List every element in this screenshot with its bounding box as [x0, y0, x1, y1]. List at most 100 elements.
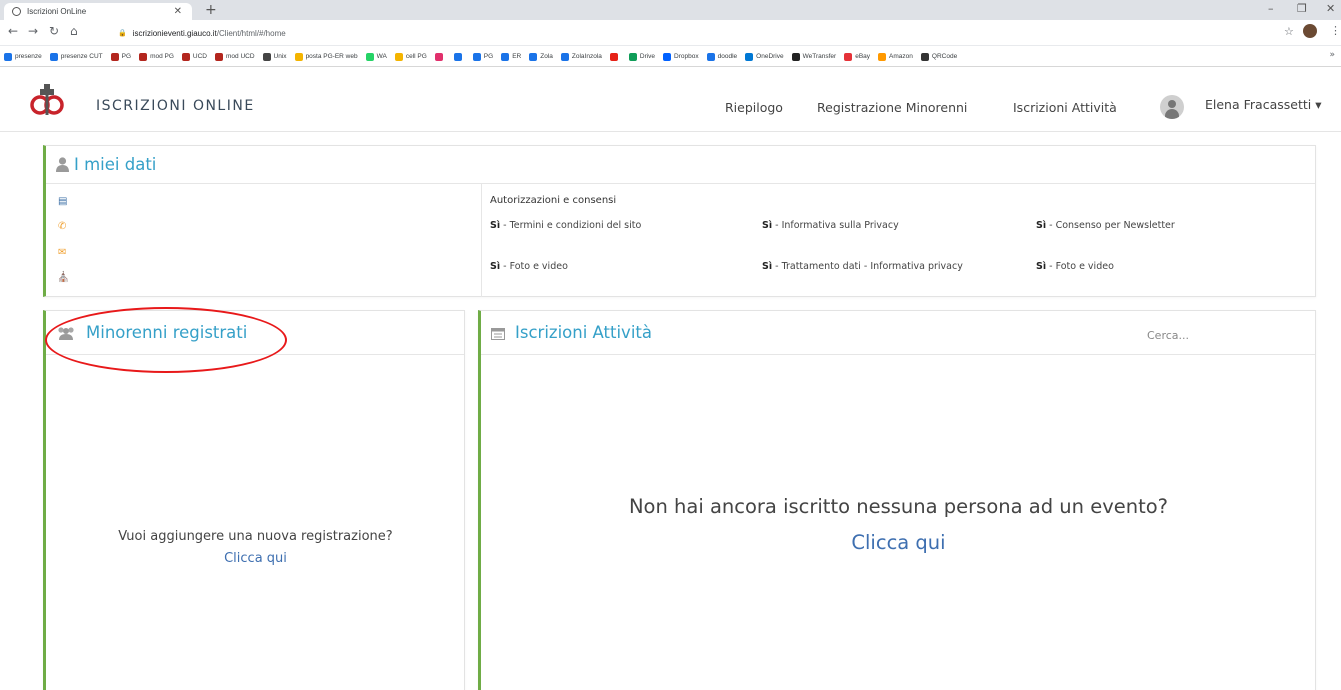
maximize-button[interactable]: ❐ — [1297, 2, 1307, 15]
browser-tabstrip: Iscrizioni OnLine ✕ + – ❐ ✕ — [0, 0, 1341, 20]
panel-header: Minorenni registrati — [46, 311, 464, 355]
browser-tab[interactable]: Iscrizioni OnLine ✕ — [4, 3, 192, 20]
new-tab-button[interactable]: + — [205, 2, 217, 18]
consent-item: Sì - Consenso per Newsletter — [1036, 220, 1175, 231]
bookmark-item[interactable]: PG — [110, 52, 132, 61]
bookmark-label: WA — [376, 53, 387, 60]
bookmark-icon — [262, 52, 271, 61]
bookmark-item[interactable] — [453, 52, 465, 61]
user-avatar[interactable] — [1160, 95, 1184, 119]
panel-title: Minorenni registrati — [86, 323, 248, 342]
bookmark-icon — [745, 52, 754, 61]
bookmark-label: mod PG — [150, 53, 174, 60]
bookmark-item[interactable]: Drive — [628, 52, 655, 61]
home-button[interactable]: ⌂ — [70, 24, 78, 38]
bookmark-label: ZolaInzola — [571, 53, 602, 60]
bookmark-item[interactable]: WeTransfer — [791, 52, 836, 61]
bookmark-item[interactable] — [434, 52, 446, 61]
empty-message: Non hai ancora iscritto nessuna persona … — [628, 495, 1169, 518]
profile-avatar[interactable] — [1303, 24, 1317, 38]
close-tab-icon[interactable]: ✕ — [174, 6, 182, 17]
bookmark-item[interactable]: presenze CUT — [49, 52, 103, 61]
bookmark-item[interactable] — [609, 52, 621, 61]
consent-item: Sì - Informativa sulla Privacy — [762, 220, 899, 231]
more-bookmarks-icon[interactable]: » — [1329, 50, 1335, 60]
bookmark-item[interactable]: cell PG — [394, 52, 427, 61]
app-header: ISCRIZIONI ONLINE Riepilogo Registrazion… — [0, 68, 1341, 132]
bookmark-icon — [920, 52, 929, 61]
address-bar[interactable]: 🔒 iscrizionieventi.giauco.it /Client/htm… — [118, 24, 1268, 42]
bookmark-label: posta PG-ER web — [305, 53, 358, 60]
add-enrollment-link[interactable]: Clicca qui — [481, 531, 1316, 554]
bookmark-label: PG — [121, 53, 132, 60]
bookmark-item[interactable]: UCD — [181, 52, 207, 61]
logo[interactable] — [30, 84, 64, 116]
parish-icon: ⛪ — [57, 272, 70, 283]
reload-button[interactable]: ↻ — [49, 24, 59, 38]
back-button[interactable]: ← — [8, 24, 18, 38]
activities-panel: Iscrizioni Attività Non hai ancora iscri… — [478, 310, 1316, 690]
consent-item: Sì - Termini e condizioni del sito — [490, 220, 642, 231]
nav-registrazione-minorenni[interactable]: Registrazione Minorenni — [817, 100, 967, 115]
bookmark-label: presenze CUT — [60, 53, 103, 60]
nav-iscrizioni-attivita[interactable]: Iscrizioni Attività — [1013, 100, 1117, 115]
add-registration-link[interactable]: Clicca qui — [46, 551, 465, 566]
bookmark-icon — [628, 52, 637, 61]
globe-icon — [12, 7, 21, 16]
url-host: iscrizionieventi.giauco.it — [132, 28, 217, 38]
bookmark-star-icon[interactable]: ☆ — [1284, 25, 1294, 38]
lock-icon: 🔒 — [118, 30, 127, 37]
forward-button[interactable]: → — [28, 24, 38, 38]
bookmark-label: cell PG — [405, 53, 427, 60]
bookmark-item[interactable]: mod UCD — [215, 52, 255, 61]
bookmark-label: Unix — [273, 53, 287, 60]
bookmark-icon — [434, 52, 443, 61]
bookmark-icon — [878, 52, 887, 61]
consent-item: Sì - Trattamento dati - Informativa priv… — [762, 261, 963, 272]
bookmark-item[interactable]: ER — [501, 52, 521, 61]
consent-item: Sì - Foto e video — [1036, 261, 1114, 272]
user-menu[interactable]: Elena Fracassetti ▾ — [1205, 97, 1321, 112]
bookmark-item[interactable]: mod PG — [139, 52, 174, 61]
bookmark-item[interactable]: presenze — [4, 52, 42, 61]
bookmark-icon — [609, 52, 618, 61]
url-path: /Client/html/#/home — [216, 28, 286, 38]
search-input[interactable] — [1147, 325, 1287, 345]
bookmark-label: Zola — [540, 53, 553, 60]
bookmark-item[interactable]: ZolaInzola — [560, 52, 602, 61]
bookmark-item[interactable]: PG — [472, 52, 494, 61]
bookmark-icon — [791, 52, 800, 61]
bookmark-item[interactable]: Dropbox — [663, 52, 699, 61]
bookmark-icon — [706, 52, 715, 61]
bookmark-item[interactable]: Unix — [262, 52, 287, 61]
bookmarks-bar: presenze presenze CUT PG mod PG UCD mod UCD Un… — [0, 47, 1341, 67]
bookmark-icon — [394, 52, 403, 61]
bookmark-icon — [49, 52, 58, 61]
divider — [481, 184, 482, 297]
users-icon — [58, 327, 74, 340]
bookmark-label: doodle — [717, 53, 738, 60]
browser-menu-icon[interactable]: ⋮ — [1330, 24, 1341, 37]
close-window-button[interactable]: ✕ — [1326, 2, 1335, 15]
bookmark-item[interactable]: Zola — [529, 52, 553, 61]
bookmark-item[interactable]: eBay — [844, 52, 870, 61]
bookmark-item[interactable]: doodle — [706, 52, 738, 61]
bookmark-icon — [110, 52, 119, 61]
bookmark-item[interactable]: Amazon — [878, 52, 913, 61]
minimize-button[interactable]: – — [1268, 2, 1274, 15]
bookmark-item[interactable]: posta PG-ER web — [294, 52, 358, 61]
panel-header: I miei dati — [46, 146, 1315, 184]
bookmark-icon — [215, 52, 223, 61]
my-data-panel: I miei dati ▤ ✆ ✉ ⛪ Autorizzazioni e con… — [43, 145, 1316, 297]
bookmark-item[interactable]: OneDrive — [745, 52, 784, 61]
bookmark-label: UCD — [192, 53, 207, 60]
calendar-icon — [491, 328, 505, 340]
panel-header: Iscrizioni Attività — [481, 311, 1315, 355]
consent-item: Sì - Foto e video — [490, 261, 568, 272]
bookmark-icon — [844, 52, 853, 61]
bookmark-item[interactable]: QRCode — [920, 52, 957, 61]
nav-riepilogo[interactable]: Riepilogo — [725, 100, 783, 115]
bookmark-label: OneDrive — [756, 53, 784, 60]
bookmark-label: PG — [483, 53, 494, 60]
bookmark-item[interactable]: WA — [365, 52, 387, 61]
